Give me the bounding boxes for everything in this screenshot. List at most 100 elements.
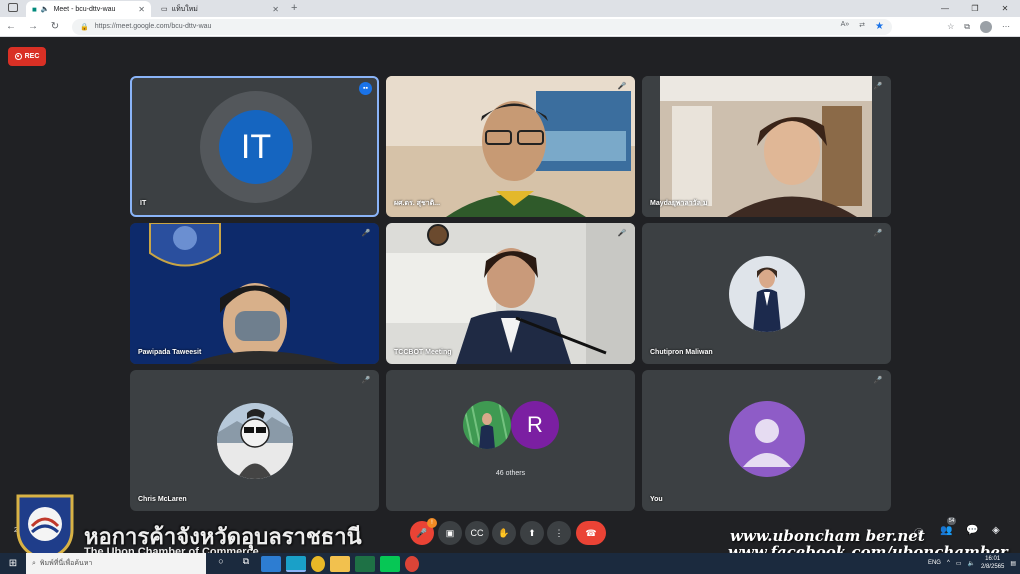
edge-icon[interactable] [286, 555, 306, 572]
mic-off-icon: 🎤 [617, 83, 627, 90]
captions-icon: CC [470, 528, 484, 538]
clock-time: 16:01 [985, 556, 1001, 562]
activities-icon[interactable]: ◈ [992, 525, 1000, 536]
present-button[interactable]: ⬆ [520, 521, 544, 545]
camera-icon: ▣ [445, 527, 455, 538]
participants-count: 54 [946, 517, 957, 525]
participant-tile-others[interactable]: R 46 others [386, 370, 635, 511]
page-favicon-icon: ▭ [161, 6, 168, 13]
clock[interactable]: 16:01 2/8/2565 [981, 555, 1004, 571]
avatar-initials: IT [219, 110, 293, 184]
close-window-button[interactable]: ✕ [990, 0, 1020, 17]
participant-tile-video[interactable]: 🎤 Pawipada Taweesit [130, 223, 379, 364]
favorite-star-icon[interactable]: ★ [875, 21, 884, 32]
browser-tab-bar: ■ 🔈 Meet - bcu-dttv-wau ✕ ▭ แท็บใหม่ ✕ +… [0, 0, 1020, 17]
tab-meet-label: Meet - bcu-dttv-wau [53, 5, 116, 13]
url-field[interactable]: 🔒 https://meet.google.com/bcu-dttv-wau A… [72, 18, 892, 35]
tray-chevron-icon[interactable]: ^ [947, 560, 950, 566]
language-indicator[interactable]: ENG [928, 560, 941, 566]
profile-avatar[interactable] [980, 20, 992, 33]
participant-video [386, 76, 635, 217]
participant-tile-chris[interactable]: 🎤 Chris McLaren [130, 370, 379, 511]
speaking-indicator-icon: ▪▪ [359, 82, 372, 95]
recording-badge: REC [8, 47, 46, 66]
chat-icon[interactable]: 💬 [966, 525, 978, 536]
line-icon[interactable] [380, 555, 400, 572]
avatar-initials: R [511, 401, 559, 449]
raise-hand-button[interactable]: ✋ [492, 521, 516, 545]
present-screen-icon: ⬆ [528, 527, 536, 538]
chrome-profile-icon[interactable] [405, 555, 419, 572]
close-tab-icon[interactable]: ✕ [272, 5, 279, 14]
os-taskbar: ⊞ ⌕ พิมพ์ที่นี่เพื่อค้นหา ○ ⧉ ENG ^ ▭ 🔈 … [0, 553, 1020, 574]
participant-name: TCCBOT Meeting [394, 349, 452, 356]
mic-off-icon: 🎤 [361, 230, 371, 237]
participant-video [130, 223, 379, 364]
record-icon [14, 53, 22, 60]
chamber-logo [16, 494, 74, 562]
tab-new-tab[interactable]: ▭ แท็บใหม่ ✕ [155, 1, 285, 17]
participant-tile-chutipron[interactable]: 🎤 Chutipron Maliwan [642, 223, 891, 364]
people-icon: 👥 [940, 525, 953, 536]
participant-tile-video[interactable]: 🎤 TCCBOT Meeting [386, 223, 635, 364]
address-bar: ← → ↻ 🔒 https://meet.google.com/bcu-dttv… [0, 17, 1020, 37]
file-explorer-icon[interactable] [330, 555, 350, 572]
translate-icon[interactable]: ⇄ [859, 21, 865, 32]
avatar [729, 401, 805, 477]
audio-playing-icon[interactable]: 🔈 [41, 5, 50, 13]
collections-icon[interactable]: ⧉ [964, 22, 970, 32]
volume-icon[interactable]: 🔈 [967, 560, 974, 567]
tab-actions-icon[interactable] [8, 3, 18, 12]
back-icon[interactable]: ← [0, 21, 22, 32]
forward-icon[interactable]: → [22, 21, 44, 32]
mic-off-icon: 🎤 [361, 377, 371, 384]
participant-name: Maydaยุพาลาวัล ม [650, 200, 708, 207]
minimize-button[interactable]: — [930, 0, 960, 17]
rec-label: REC [24, 53, 40, 60]
camera-toggle-button[interactable]: ▣ [438, 521, 462, 545]
leave-call-button[interactable]: ☎ [576, 521, 606, 545]
mic-off-icon: 🎤 [873, 377, 883, 384]
close-tab-icon[interactable]: ✕ [138, 5, 145, 14]
favorites-icon[interactable]: ☆ [947, 22, 954, 31]
hangup-icon: ☎ [585, 527, 597, 538]
tab-newtab-label: แท็บใหม่ [171, 5, 198, 13]
avatar [217, 403, 293, 479]
mic-toggle-button[interactable]: 🎤 ! [410, 518, 437, 545]
participant-tile-video[interactable]: 🎤 ผศ.ดร. สุชาติ... [386, 76, 635, 217]
participant-tile-you[interactable]: 🎤 You [642, 370, 891, 511]
chrome-icon[interactable] [311, 555, 325, 572]
lock-icon: 🔒 [80, 23, 89, 31]
participant-name: IT [140, 200, 147, 207]
hand-icon: ✋ [498, 527, 510, 538]
excel-icon[interactable] [355, 555, 375, 572]
person-icon [743, 419, 791, 467]
participant-name: You [650, 496, 663, 503]
restore-button[interactable]: ❐ [960, 0, 990, 17]
store-icon[interactable] [261, 555, 281, 572]
search-placeholder: พิมพ์ที่นี่เพื่อค้นหา [39, 560, 93, 567]
cortana-icon[interactable]: ○ [211, 556, 231, 572]
notifications-icon[interactable]: ▤ [1010, 560, 1016, 567]
taskbar-search[interactable]: ⌕ พิมพ์ที่นี่เพื่อค้นหา [26, 553, 206, 574]
window-controls: — ❐ ✕ [930, 0, 1020, 17]
url-text: https://meet.google.com/bcu-dttv-wau [94, 23, 212, 30]
others-count-label: 46 others [495, 470, 526, 477]
more-menu-icon[interactable]: ⋯ [1002, 22, 1010, 31]
participant-tile-video[interactable]: 🎤 Maydaยุพาลาวัล ม [642, 76, 891, 217]
read-aloud-icon[interactable]: A» [841, 21, 850, 32]
people-button[interactable]: 👥 54 [940, 517, 957, 536]
new-tab-button[interactable]: + [291, 1, 297, 17]
windows-start-icon[interactable]: ⊞ [0, 558, 26, 569]
captions-button[interactable]: CC [465, 521, 489, 545]
task-view-icon[interactable]: ⧉ [236, 556, 256, 572]
participant-name: Pawipada Taweesit [138, 349, 202, 356]
participant-tile-it[interactable]: IT ▪▪ IT [130, 76, 379, 217]
reload-icon[interactable]: ↻ [44, 21, 66, 32]
mic-off-icon: 🎤 [416, 527, 428, 538]
tab-meet[interactable]: ■ 🔈 Meet - bcu-dttv-wau ✕ [26, 1, 151, 17]
participant-grid: IT ▪▪ IT 🎤 ผศ.ดร. สุชาติ... 🎤 Maydaยุพาล… [130, 76, 891, 511]
mic-off-icon: 🎤 [873, 83, 883, 90]
network-icon[interactable]: ▭ [956, 560, 962, 567]
more-options-button[interactable]: ⋮ [547, 521, 571, 545]
